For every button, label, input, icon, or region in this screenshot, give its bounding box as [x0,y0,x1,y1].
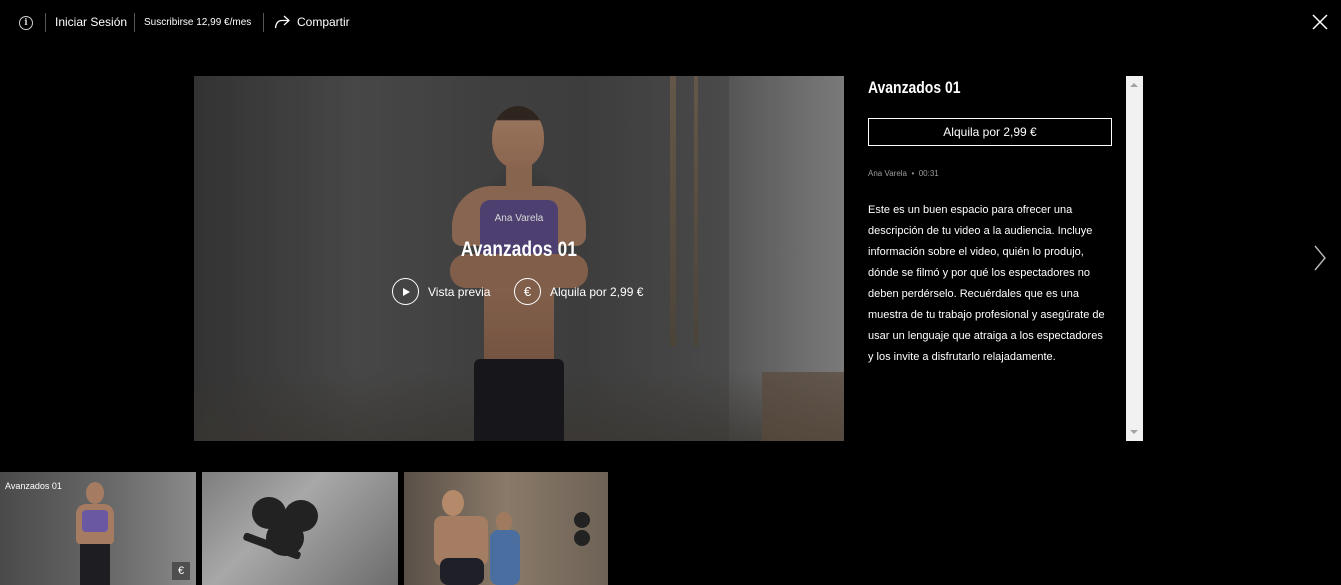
thumbnail-label: Avanzados 01 [5,481,62,491]
close-icon[interactable] [1312,14,1328,30]
hero-title: Avanzados 01 [460,238,578,261]
euro-badge-icon: € [172,562,190,580]
chevron-right-icon[interactable] [1313,244,1327,272]
share-link[interactable]: Compartir [297,15,350,29]
euro-icon: € [514,278,541,305]
separator [45,13,46,32]
hero-author: Ana Varela [494,213,544,224]
thumbnail-video-2[interactable] [202,472,398,585]
separator [263,13,264,32]
details-panel: Avanzados 01 Alquila por 2,99 € Ana Vare… [868,76,1114,363]
share-icon[interactable] [274,15,290,29]
thumbnail-video-1[interactable]: Avanzados 01 € [0,472,196,585]
rent-button[interactable]: Alquila por 2,99 € [868,118,1112,146]
meta-dot: • [911,169,915,178]
scroll-down-icon[interactable] [1130,430,1138,434]
video-player[interactable]: Ana Varela Avanzados 01 Vista previa € A… [194,76,844,441]
login-link[interactable]: Iniciar Sesión [55,15,127,29]
meta-duration: 00:31 [918,169,939,178]
details-scrollbar[interactable] [1126,76,1143,441]
info-icon[interactable]: i [19,16,33,30]
subscribe-link[interactable]: Suscribirse 12,99 €/mes [144,17,251,28]
thumbnail-strip: Avanzados 01 € [0,472,608,585]
video-meta: Ana Varela • 00:31 [868,169,939,178]
top-bar: i Iniciar Sesión Suscribirse 12,99 €/mes… [0,0,1341,46]
preview-label: Vista previa [428,284,491,299]
rent-hero-button[interactable]: € Alquila por 2,99 € [514,278,643,305]
rent-hero-label: Alquila por 2,99 € [550,284,644,299]
video-description: Este es un buen espacio para ofrecer una… [868,204,1105,363]
scroll-up-icon[interactable] [1130,83,1138,87]
meta-author: Ana Varela [868,169,907,178]
play-icon [392,278,419,305]
preview-button[interactable]: Vista previa [392,278,490,305]
separator [134,13,135,32]
details-title: Avanzados 01 [868,78,961,97]
thumbnail-video-3[interactable] [404,472,608,585]
